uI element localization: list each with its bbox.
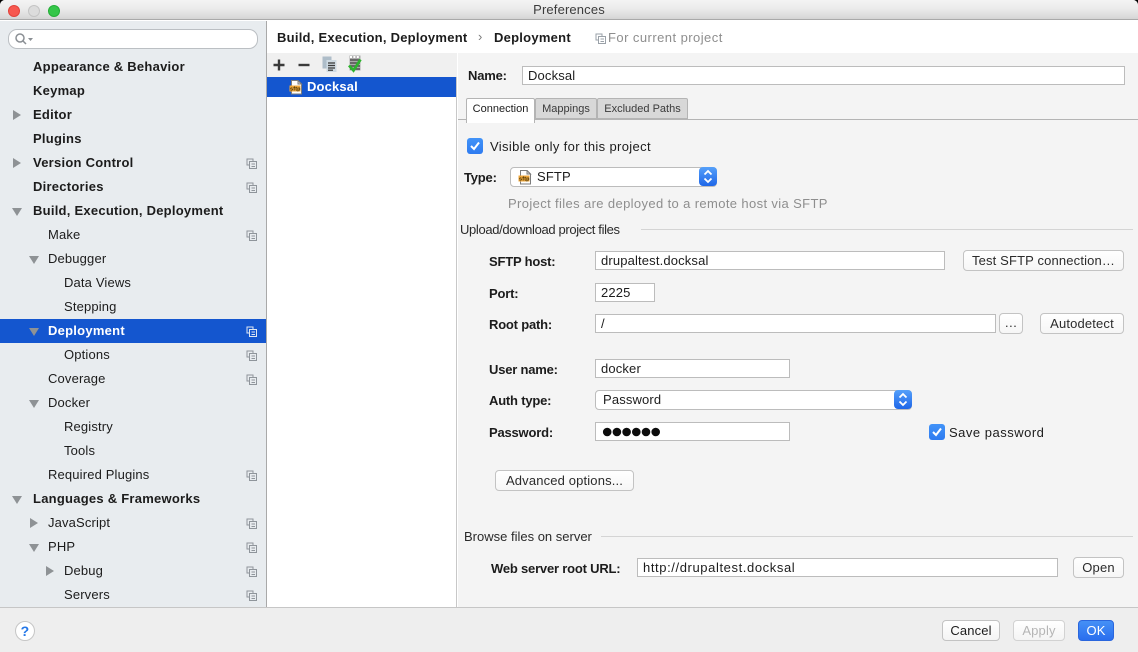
svg-text:sftp: sftp	[519, 177, 530, 183]
svg-text:sftp: sftp	[290, 87, 301, 93]
